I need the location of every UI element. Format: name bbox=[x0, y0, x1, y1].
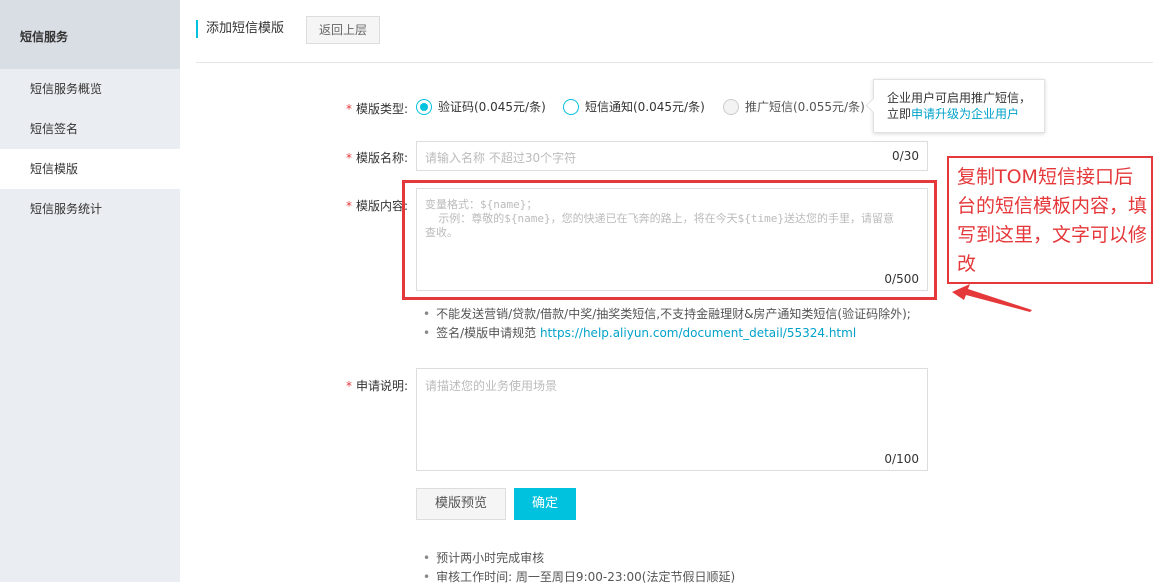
review-hours-note: • 审核工作时间: 周一至周日9:00-23:00(法定节假日顺延) bbox=[423, 570, 736, 584]
annotation-note: 复制TOM短信接口后台的短信模板内容，填写到这里，文字可以修改 bbox=[947, 156, 1153, 284]
annotation-arrow-icon bbox=[952, 284, 1032, 312]
apply-desc-placeholder: 请描述您的业务使用场景 bbox=[425, 379, 558, 393]
apply-desc-label: * 申请说明: bbox=[345, 379, 408, 393]
sidebar: 短信服务 短信服务概览 短信签名 短信模版 短信服务统计 bbox=[0, 0, 180, 582]
confirm-button[interactable]: 确定 bbox=[514, 488, 576, 520]
required-star: * bbox=[345, 199, 352, 213]
radio-label: 短信通知(0.045元/条) bbox=[585, 100, 705, 114]
page-title: 添加短信模版 bbox=[196, 20, 284, 38]
upgrade-enterprise-link[interactable]: 申请升级为企业用户 bbox=[911, 107, 1019, 121]
radio-label: 推广短信(0.055元/条) bbox=[745, 100, 865, 114]
tooltip-line1: 企业用户可启用推广短信， bbox=[887, 91, 1032, 105]
preview-button[interactable]: 模版预览 bbox=[416, 488, 506, 520]
template-type-label: * 模版类型: bbox=[345, 102, 408, 116]
required-star: * bbox=[345, 379, 352, 393]
content-rule-hint: • 不能发送营销/贷款/借款/中奖/抽奖类短信,不支持金融理财&房产通知类短信(验… bbox=[423, 307, 911, 321]
tooltip-prefix: 立即 bbox=[887, 107, 912, 121]
apply-desc-textarea[interactable]: 请描述您的业务使用场景 0/100 bbox=[416, 368, 928, 471]
radio-label: 验证码(0.045元/条) bbox=[438, 100, 546, 114]
template-name-input[interactable]: 请输入名称 不超过30个字符 0/30 bbox=[416, 141, 928, 171]
spec-link[interactable]: https://help.aliyun.com/document_detail/… bbox=[540, 326, 856, 340]
bullet-icon: • bbox=[423, 326, 431, 340]
required-star: * bbox=[345, 102, 352, 116]
content-spec-hint: • 签名/模版申请规范 https://help.aliyun.com/docum… bbox=[423, 326, 857, 340]
header-divider bbox=[196, 62, 1153, 63]
radio-disabled-icon bbox=[723, 98, 739, 115]
review-time-note: • 预计两小时完成审核 bbox=[423, 551, 545, 565]
bullet-icon: • bbox=[423, 551, 431, 565]
required-star: * bbox=[345, 151, 352, 165]
radio-checked-icon bbox=[416, 98, 432, 115]
bullet-icon: • bbox=[423, 307, 431, 321]
back-button[interactable]: 返回上层 bbox=[306, 16, 380, 44]
tooltip-line2: 立即申请升级为企业用户 bbox=[887, 106, 1044, 122]
apply-desc-counter: 0/100 bbox=[884, 452, 919, 466]
sidebar-item-template[interactable]: 短信模版 bbox=[0, 149, 180, 189]
page-header: 添加短信模版 返回上层 bbox=[196, 16, 1153, 44]
radio-notification[interactable]: 短信通知(0.045元/条) bbox=[563, 98, 705, 115]
sidebar-title: 短信服务 bbox=[0, 0, 180, 69]
sidebar-item-overview[interactable]: 短信服务概览 bbox=[0, 69, 180, 109]
radio-verification-code[interactable]: 验证码(0.045元/条) bbox=[416, 98, 546, 115]
highlight-frame bbox=[402, 180, 937, 300]
template-content-label: * 模版内容: bbox=[345, 199, 408, 213]
sidebar-item-statistics[interactable]: 短信服务统计 bbox=[0, 189, 180, 229]
template-name-placeholder: 请输入名称 不超过30个字符 bbox=[425, 151, 577, 165]
enterprise-tooltip: 企业用户可启用推广短信， 立即申请升级为企业用户 bbox=[873, 79, 1045, 133]
template-name-label: * 模版名称: bbox=[345, 151, 408, 165]
radio-promotion[interactable]: 推广短信(0.055元/条) bbox=[723, 98, 865, 115]
main-content: 添加短信模版 返回上层 * 模版类型: 验证码(0.045元/条) 短信通知(0.… bbox=[180, 0, 1160, 584]
radio-unchecked-icon bbox=[563, 98, 579, 115]
sidebar-item-signature[interactable]: 短信签名 bbox=[0, 109, 180, 149]
template-name-counter: 0/30 bbox=[892, 149, 919, 163]
